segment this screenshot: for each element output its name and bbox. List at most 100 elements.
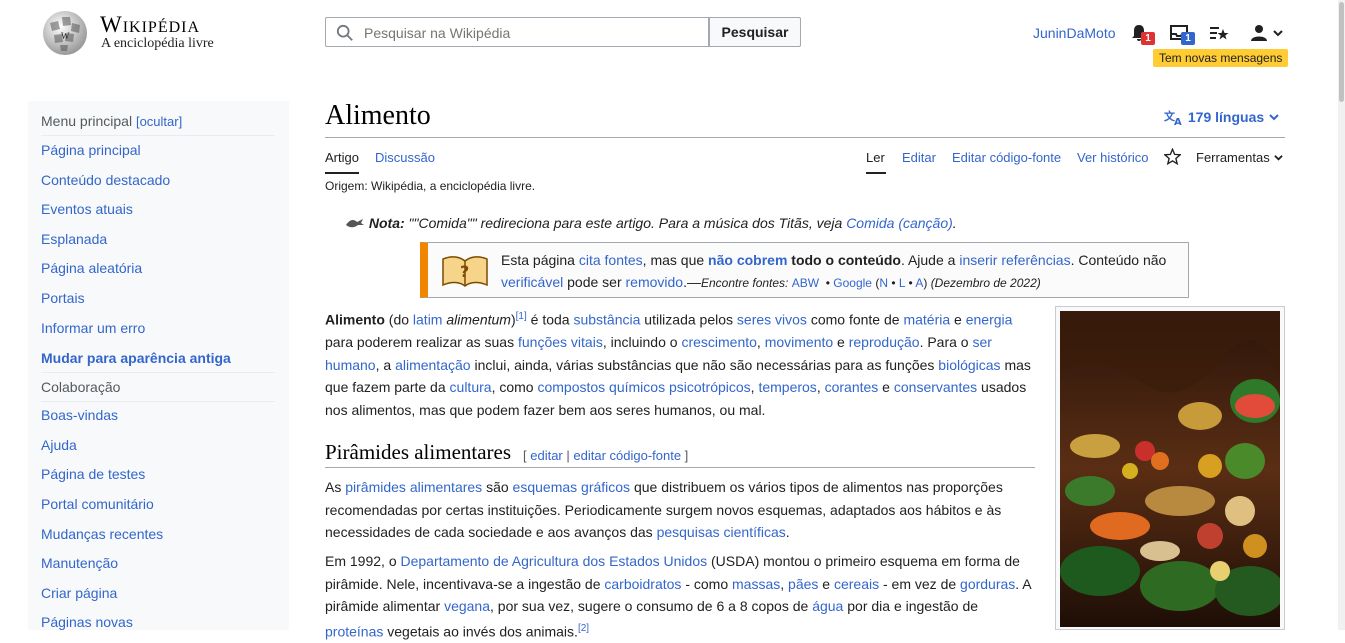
section-edit-links: [ editar | editar código-fonte ] <box>523 448 689 463</box>
section-edit-link[interactable]: editar <box>530 448 563 463</box>
notices-button[interactable]: 1 <box>1169 23 1195 48</box>
tab-edit[interactable]: Editar <box>902 150 936 165</box>
sidebar-item-help[interactable]: Ajuda <box>41 437 77 453</box>
user-menu-button[interactable] <box>1249 23 1283 48</box>
sidebar-item-main-page[interactable]: Página principal <box>41 142 141 158</box>
notifications-badge: 1 <box>1141 32 1155 45</box>
tab-active-indicator <box>866 172 886 174</box>
divider <box>41 372 275 373</box>
user-page-link[interactable]: JuninDaMoto <box>1033 25 1116 41</box>
link-insert-refs[interactable]: inserir referências <box>959 252 1070 268</box>
user-icon <box>1251 25 1267 41</box>
wikipedia-globe-logo[interactable]: W <box>40 9 90 57</box>
refimprove-notice: ? Esta página cita fontes, mas que não c… <box>420 242 1189 298</box>
site-subtitle: Origem: Wikipédia, a enciclopédia livre. <box>325 179 536 193</box>
svg-text:A: A <box>1174 117 1182 125</box>
search-icon <box>336 24 353 41</box>
search-input[interactable] <box>325 17 709 47</box>
sidebar: Menu principal [ocultar] Página principa… <box>28 101 289 630</box>
notice-text-1: Esta página <box>501 252 579 268</box>
note-icon <box>346 219 364 228</box>
star-icon[interactable] <box>1164 148 1181 165</box>
lead-paragraph: Alimento (do latim alimentum)[1] é toda … <box>325 311 1031 418</box>
new-messages-tooltip[interactable]: Tem novas mensagens <box>1153 49 1289 67</box>
chevron-down-icon <box>1269 114 1279 121</box>
hatnote-label: Nota: <box>368 215 405 231</box>
watchlist-button[interactable] <box>1209 23 1229 48</box>
sidebar-item-report-error[interactable]: Informar um erro <box>41 320 145 336</box>
chevron-down-icon <box>1274 155 1284 161</box>
scrollbar-thumb[interactable] <box>1339 2 1344 102</box>
wordmark[interactable]: Wikipédia <box>100 12 200 38</box>
find-sources-label: Encontre fontes: <box>701 276 792 290</box>
sidebar-item-new-pages[interactable]: Páginas novas <box>41 614 133 630</box>
tab-read[interactable]: Ler <box>866 150 885 165</box>
link-verifiable[interactable]: verificável <box>501 274 563 290</box>
divider <box>41 135 275 136</box>
hatnote-link[interactable]: Comida (canção) <box>846 215 953 231</box>
sidebar-item-welcome[interactable]: Boas-vindas <box>41 407 118 423</box>
search-button[interactable]: Pesquisar <box>709 17 801 47</box>
languages-button[interactable]: 文A 179 línguas <box>1164 109 1280 128</box>
section-edit-source-link[interactable]: editar código-fonte <box>573 448 681 463</box>
section-heading: Pirâmides alimentares <box>325 440 512 464</box>
notices-badge: 1 <box>1181 32 1195 45</box>
tools-menu[interactable]: Ferramentas <box>1196 150 1284 165</box>
main-menu-label: Menu principal <box>41 113 133 129</box>
sidebar-item-old-look[interactable]: Mudar para aparência antiga <box>41 350 231 366</box>
food-image[interactable] <box>1055 306 1285 630</box>
sidebar-item-featured[interactable]: Conteúdo destacado <box>41 172 170 188</box>
link-removed[interactable]: removido <box>626 274 684 290</box>
notice-text-6: .— <box>683 274 701 290</box>
link-not-cover[interactable]: não cobrem <box>708 252 787 268</box>
notifications-button[interactable]: 1 <box>1129 23 1155 48</box>
collab-title: Colaboração <box>41 379 121 395</box>
search-field[interactable] <box>362 24 696 42</box>
sidebar-item-sandbox[interactable]: Página de testes <box>41 466 145 482</box>
notice-text-4: . Conteúdo não <box>1070 252 1167 268</box>
notice-text-3: . Ajude a <box>900 252 960 268</box>
book-icon: ? <box>442 256 488 287</box>
section-paragraph-2: Em 1992, o Departamento de Agricultura d… <box>325 553 1031 640</box>
link-abw[interactable]: ABW <box>792 276 819 290</box>
sidebar-item-portals[interactable]: Portais <box>41 290 85 306</box>
chevron-down-icon <box>1273 30 1283 37</box>
notice-text: Esta página cita fontes, mas que não cob… <box>501 252 1167 290</box>
food-photo <box>1060 311 1280 627</box>
sidebar-item-create-page[interactable]: Criar página <box>41 585 117 601</box>
tab-edit-source[interactable]: Editar código-fonte <box>952 150 1061 165</box>
sidebar-item-maintenance[interactable]: Manutenção <box>41 555 118 571</box>
hatnote: Nota: ""Comida"" redireciona para este a… <box>345 215 957 231</box>
tab-active-indicator <box>325 172 359 174</box>
notice-date: (Dezembro de 2022) <box>930 276 1041 290</box>
link-cites-sources[interactable]: cita fontes <box>579 252 643 268</box>
page-title: Alimento <box>325 100 431 131</box>
section-divider <box>325 467 1035 468</box>
title-divider <box>325 137 1285 138</box>
sidebar-item-random[interactable]: Página aleatória <box>41 260 142 276</box>
notice-text-5: pode ser <box>563 274 626 290</box>
languages-label: 179 línguas <box>1187 109 1265 125</box>
svg-text:W: W <box>61 31 70 41</box>
divider <box>41 401 275 402</box>
watchlist-icon <box>1210 27 1229 40</box>
notice-text-2: , mas que <box>642 252 709 268</box>
sidebar-item-village-pump[interactable]: Esplanada <box>41 231 107 247</box>
main-menu-title: Menu principal [ocultar] <box>41 113 182 129</box>
sidebar-item-recent-changes[interactable]: Mudanças recentes <box>41 526 163 542</box>
link-google[interactable]: Google <box>833 276 872 290</box>
tab-history[interactable]: Ver histórico <box>1077 150 1149 165</box>
svg-text:?: ? <box>460 262 469 281</box>
tagline: A enciclopédia livre <box>101 36 214 51</box>
tab-article[interactable]: Artigo <box>325 150 359 165</box>
hide-menu-link[interactable]: [ocultar] <box>136 114 182 129</box>
tools-label: Ferramentas <box>1196 150 1270 165</box>
tab-talk[interactable]: Discussão <box>375 150 435 165</box>
notice-bold: todo o conteúdo <box>787 252 901 268</box>
link-n[interactable]: N <box>879 276 888 290</box>
section-paragraph-1: As pirâmides alimentares são esquemas gr… <box>325 479 1003 540</box>
sidebar-item-current-events[interactable]: Eventos atuais <box>41 201 133 217</box>
hatnote-text: ""Comida"" redireciona para este artigo.… <box>404 215 847 231</box>
translate-icon: 文A <box>1164 109 1182 128</box>
sidebar-item-community-portal[interactable]: Portal comunitário <box>41 496 154 512</box>
